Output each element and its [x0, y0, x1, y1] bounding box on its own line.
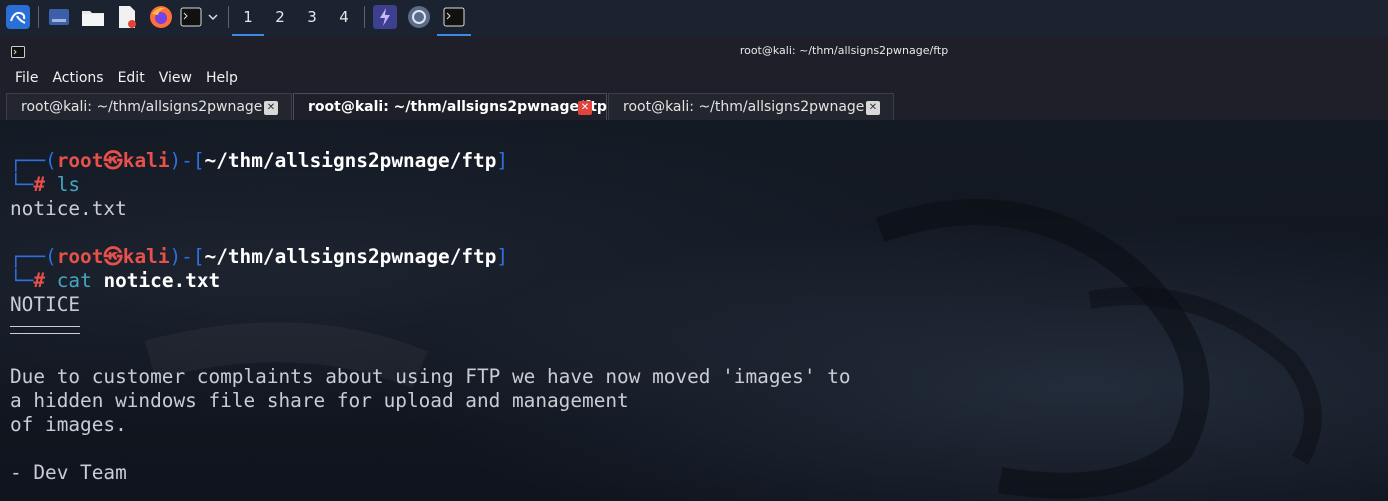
- command: ls: [56, 173, 81, 196]
- tab-1[interactable]: root@kali: ~/thm/allsigns2pwnage ✕: [6, 93, 292, 120]
- notice-line: of images.: [10, 413, 127, 436]
- prompt-host: kali: [122, 245, 170, 268]
- tab-bar: root@kali: ~/thm/allsigns2pwnage ✕ root@…: [0, 91, 1388, 120]
- workspace-label: 4: [339, 8, 349, 26]
- workspace-4[interactable]: 4: [328, 0, 360, 34]
- notice-line: Due to customer complaints about using F…: [10, 365, 851, 388]
- window-title: root@kali: ~/thm/allsigns2pwnage/ftp: [739, 44, 949, 57]
- workspace-1[interactable]: 1: [232, 0, 264, 36]
- notice-underline: [10, 317, 80, 341]
- close-icon[interactable]: ✕: [866, 101, 880, 115]
- firefox-icon[interactable]: [148, 5, 174, 29]
- menu-view[interactable]: View: [159, 70, 192, 86]
- workspace-2[interactable]: 2: [264, 0, 296, 34]
- file-manager-icon[interactable]: [80, 5, 106, 29]
- terminal-launcher-icon[interactable]: [180, 5, 202, 29]
- workspace-label: 2: [275, 8, 285, 26]
- tab-label: root@kali: ~/thm/allsigns2pwnage: [623, 99, 865, 115]
- tab-label: root@kali: ~/thm/allsigns2pwnage/ftp: [308, 99, 607, 115]
- close-icon[interactable]: ✕: [578, 101, 592, 115]
- command-line: └─# cat notice.txt: [10, 269, 221, 292]
- prompt-line: ┌──(root㉿kali)-[~/thm/allsigns2pwnage/ft…: [10, 245, 509, 268]
- command-line: └─# ls: [10, 173, 81, 196]
- menu-actions[interactable]: Actions: [52, 70, 103, 86]
- prompt-char: #: [33, 269, 46, 292]
- panel-separator: [364, 6, 365, 28]
- prompt-user: root: [56, 245, 104, 268]
- workspace-label: 3: [307, 8, 317, 26]
- prompt-user: root: [56, 149, 104, 172]
- command-arg: notice.txt: [103, 269, 221, 292]
- notice-title: NOTICE: [10, 293, 81, 316]
- chevron-down-icon[interactable]: [205, 5, 221, 29]
- close-icon[interactable]: ✕: [264, 101, 278, 115]
- menu-help[interactable]: Help: [206, 70, 238, 86]
- text-editor-icon[interactable]: [115, 5, 139, 29]
- browser-circle-icon[interactable]: [406, 5, 432, 29]
- bolt-icon[interactable]: [372, 5, 398, 29]
- menu-edit[interactable]: Edit: [118, 70, 145, 86]
- tab-2[interactable]: root@kali: ~/thm/allsigns2pwnage/ftp ✕: [293, 93, 607, 120]
- top-panel: 1 2 3 4: [0, 0, 1388, 36]
- prompt-char: #: [33, 173, 46, 196]
- prompt-sep: ㉿: [103, 149, 123, 172]
- tab-label: root@kali: ~/thm/allsigns2pwnage: [21, 99, 263, 115]
- panel-separator: [228, 6, 229, 28]
- panel-separator: [38, 6, 39, 28]
- menu-file[interactable]: File: [15, 70, 38, 86]
- workspace-3[interactable]: 3: [296, 0, 328, 34]
- prompt-line: ┌──(root㉿kali)-[~/thm/allsigns2pwnage/ft…: [10, 149, 509, 172]
- wallpaper-dragon-decoration: [144, 199, 1322, 499]
- prompt-path: ~/thm/allsigns2pwnage/ftp: [204, 245, 497, 268]
- terminal-task-icon[interactable]: [437, 0, 471, 36]
- tab-3[interactable]: root@kali: ~/thm/allsigns2pwnage ✕: [608, 93, 894, 120]
- show-desktop-icon[interactable]: [47, 5, 71, 29]
- window-titlebar: root@kali: ~/thm/allsigns2pwnage/ftp: [0, 36, 1388, 65]
- prompt-sep: ㉿: [103, 245, 123, 268]
- command-verb: cat: [56, 269, 92, 292]
- workspace-label: 1: [243, 8, 253, 26]
- notice-signature: - Dev Team: [10, 461, 127, 484]
- notice-line: a hidden windows file share for upload a…: [10, 389, 629, 412]
- terminal-output[interactable]: ┌──(root㉿kali)-[~/thm/allsigns2pwnage/ft…: [0, 120, 1388, 501]
- prompt-path: ~/thm/allsigns2pwnage/ftp: [204, 149, 497, 172]
- output-line: notice.txt: [10, 197, 127, 220]
- kali-menu-icon[interactable]: [5, 5, 31, 29]
- prompt-host: kali: [122, 149, 170, 172]
- menu-bar: File Actions Edit View Help: [0, 65, 1388, 91]
